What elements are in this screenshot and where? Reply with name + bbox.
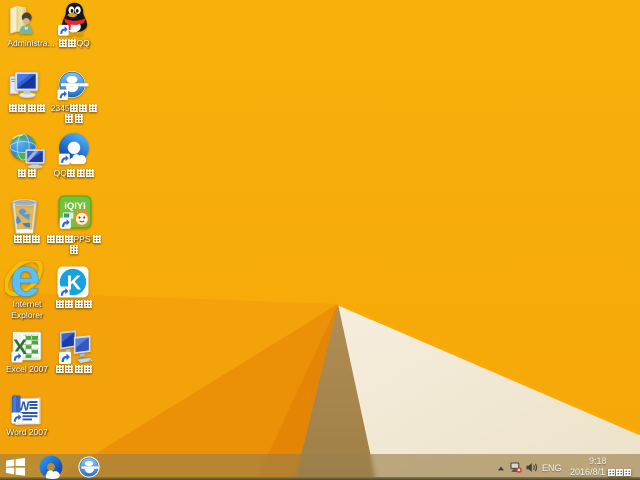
svg-text:iQIYI: iQIYI [64,201,86,212]
